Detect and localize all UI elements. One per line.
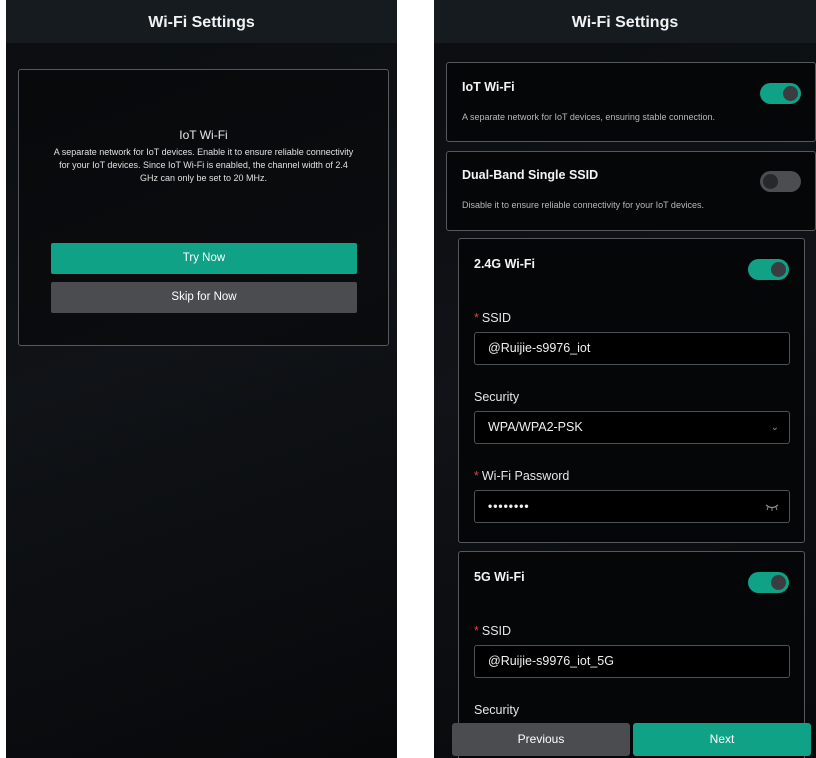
toggle-knob (771, 575, 786, 590)
iot-wifi-card: IoT Wi-Fi A separate network for IoT dev… (446, 62, 816, 142)
dual-band-toggle[interactable] (760, 171, 801, 192)
required-mark: * (474, 469, 479, 483)
wifi-password-label: * Wi-Fi Password (474, 469, 570, 483)
toggle-knob (783, 86, 798, 101)
security-label: Security (474, 390, 520, 404)
intro-heading: IoT Wi-Fi (179, 128, 228, 142)
previous-button[interactable]: Previous (452, 723, 630, 756)
ssid-input[interactable]: @Ruijie-s9976_iot (474, 332, 790, 365)
iot-intro-card: IoT Wi-Fi A separate network for IoT dev… (18, 69, 389, 346)
dual-band-card: Dual-Band Single SSID Disable it to ensu… (446, 151, 816, 231)
bottom-nav: Previous Next (434, 718, 816, 758)
iot-wifi-toggle[interactable] (760, 83, 801, 104)
wifi-5g-toggle[interactable] (748, 572, 789, 593)
security-label: Security (474, 703, 520, 717)
dual-band-title: Dual-Band Single SSID (462, 168, 599, 182)
wifi-settings-screen: Wi-Fi Settings IoT Wi-Fi A separate netw… (434, 0, 816, 758)
eye-closed-icon[interactable] (765, 502, 779, 512)
required-mark: * (474, 311, 479, 325)
page-title: Wi-Fi Settings (6, 0, 397, 43)
try-now-button[interactable]: Try Now (51, 243, 357, 274)
ssid-label: * SSID (474, 624, 512, 638)
skip-for-now-button[interactable]: Skip for Now (51, 282, 357, 313)
intro-description: A separate network for IoT devices. Enab… (53, 147, 354, 183)
security-value: WPA/WPA2-PSK (488, 420, 583, 434)
wifi-password-input[interactable]: •••••••• (474, 490, 790, 523)
ssid-5g-input[interactable]: @Ruijie-s9976_iot_5G (474, 645, 790, 678)
iot-wifi-description: A separate network for IoT devices, ensu… (462, 112, 715, 122)
password-value: •••••••• (488, 499, 530, 513)
dual-band-description: Disable it to ensure reliable connectivi… (462, 200, 704, 210)
toggle-knob (771, 262, 786, 277)
wifi-5g-title: 5G Wi-Fi (474, 570, 525, 584)
page-title: Wi-Fi Settings (434, 0, 816, 43)
intro-screen: Wi-Fi Settings IoT Wi-Fi A separate netw… (6, 0, 397, 758)
ssid-label: * SSID (474, 311, 512, 325)
wifi-24g-toggle[interactable] (748, 259, 789, 280)
iot-wifi-title: IoT Wi-Fi (462, 80, 515, 94)
wifi-24g-card: 2.4G Wi-Fi * SSID @Ruijie-s9976_iot Secur… (458, 238, 805, 543)
next-button[interactable]: Next (633, 723, 811, 756)
wifi-24g-title: 2.4G Wi-Fi (474, 257, 536, 271)
toggle-knob (763, 174, 778, 189)
security-select[interactable]: WPA/WPA2-PSK ⌄ (474, 411, 790, 444)
chevron-down-icon: ⌄ (770, 422, 779, 433)
required-mark: * (474, 624, 479, 638)
